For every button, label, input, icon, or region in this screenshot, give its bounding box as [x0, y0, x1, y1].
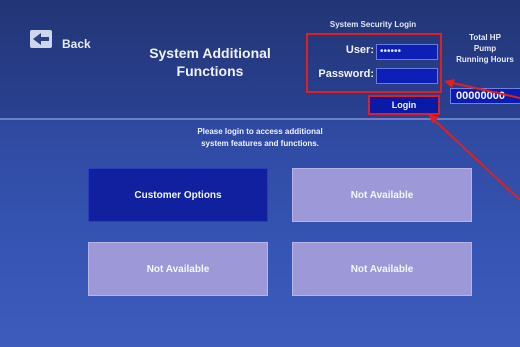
security-login-title: System Security Login	[329, 20, 417, 29]
instructions-line1: Please login to access additional	[197, 127, 323, 136]
not-available-button-2: Not Available	[88, 242, 268, 296]
customer-options-button[interactable]: Customer Options	[88, 168, 268, 222]
not-available-button-3: Not Available	[292, 242, 472, 296]
hours-label-line1: Total HP	[469, 33, 501, 42]
page-title: System Additional Functions	[140, 44, 280, 80]
password-input[interactable]	[376, 68, 438, 84]
login-button[interactable]: Login	[368, 95, 440, 115]
back-button[interactable]: Back	[62, 37, 91, 51]
hmi-screen: Back System Additional Functions System …	[0, 0, 520, 347]
user-row: User: ••••••	[308, 44, 440, 62]
page-title-line1: System Additional	[149, 45, 271, 61]
password-label: Password:	[318, 68, 374, 80]
login-instructions: Please login to access additional system…	[150, 126, 370, 150]
back-arrow-icon[interactable]	[30, 30, 52, 48]
hours-label: Total HP Pump Running Hours	[450, 32, 520, 65]
not-available-button-1: Not Available	[292, 168, 472, 222]
user-input[interactable]: ••••••	[376, 44, 438, 60]
user-label: User:	[345, 44, 374, 56]
hours-label-line2: Pump	[473, 44, 497, 53]
login-fields-box: User: •••••• Password:	[306, 33, 442, 93]
page-title-line2: Functions	[176, 63, 244, 79]
hours-label-line3: Running Hours	[456, 55, 514, 64]
hours-value-display: 00000000	[450, 88, 520, 104]
password-row: Password:	[308, 68, 440, 86]
instructions-line2: system features and functions.	[201, 139, 319, 148]
